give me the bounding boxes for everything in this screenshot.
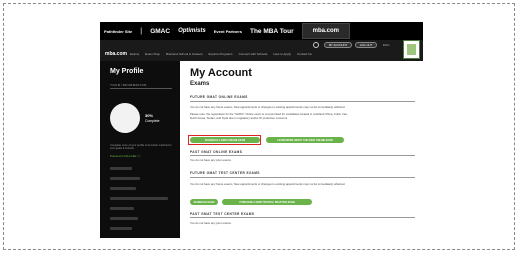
section-divider — [190, 155, 415, 156]
nav-contact-us[interactable]: Contact Us — [297, 52, 312, 56]
log-out-button[interactable]: LOG OUT — [355, 42, 377, 48]
main-nav: mba.com Exams Exam Prep Business School … — [100, 40, 423, 61]
section-text: You do not have any prior exams. — [190, 222, 232, 225]
section-heading: PAST GMAT TEST CENTER EXAMS — [190, 212, 255, 216]
avatar[interactable] — [110, 103, 140, 133]
section-text: North Korea, Sudan, and Syria due to reg… — [190, 117, 288, 120]
section-text: You do not have any future exams. New ap… — [190, 183, 346, 186]
section-heading: FUTURE GMAT ONLINE EXAMS — [190, 95, 248, 99]
search-icon[interactable] — [313, 42, 319, 48]
page-title: My Account — [190, 67, 252, 79]
brand-separator: | — [140, 27, 143, 35]
sidebar-subtitle: YOUR INFORMATION — [110, 83, 147, 87]
profile-completion-percent: 30% — [145, 113, 154, 118]
section-text: You do not have any prior exams. — [190, 159, 232, 162]
nav-how-to-apply[interactable]: How to Apply — [273, 52, 291, 56]
sidebar-divider — [110, 88, 172, 89]
schedule-exam-button[interactable]: SCHEDULE EXAM — [190, 199, 218, 205]
redacted-field — [110, 167, 132, 170]
language-selector[interactable]: ENG — [383, 43, 390, 47]
section-divider — [190, 101, 415, 102]
my-account-button[interactable]: MY ACCOUNT — [324, 42, 352, 48]
brand-event-partners[interactable]: Event Partners — [214, 29, 242, 34]
redacted-field — [110, 187, 136, 190]
redacted-field — [110, 207, 134, 210]
nav-explore-programs[interactable]: Explore Programs — [209, 52, 233, 56]
redacted-field — [110, 217, 138, 220]
brand-gmac[interactable]: GMAC — [150, 28, 170, 35]
learn-more-online-exam-button[interactable]: LEARN MORE ABOUT THE GMAT ONLINE EXAM — [266, 137, 344, 143]
nav-exam-prep[interactable]: Exam Prep — [145, 52, 160, 56]
brand-bar: Pathfinder Site | GMAC Optimists Event P… — [100, 22, 423, 40]
brand-optimists[interactable]: Optimists — [178, 28, 206, 34]
schedule-online-exam-button[interactable]: SCHEDULE A GMAT ONLINE EXAM — [190, 137, 260, 143]
redacted-field — [110, 227, 132, 230]
full-profile-link[interactable]: Proceed to full profile >> — [110, 154, 140, 158]
mba-logo[interactable]: mba.com — [105, 51, 127, 57]
profile-completion-label: Complete — [145, 119, 160, 123]
brand-mba-tour[interactable]: The MBA Tour — [250, 28, 294, 35]
section-heading: PAST GMAT ONLINE EXAMS — [190, 150, 243, 154]
nav-business-school[interactable]: Business School & Careers — [166, 52, 203, 56]
sidebar-title: My Profile — [110, 68, 144, 75]
section-text: You do not have any future exams. New ap… — [190, 106, 346, 109]
brand-mba-com[interactable]: mba.com — [301, 23, 351, 39]
brand-pathfinder[interactable]: Pathfinder Site — [104, 29, 132, 34]
section-divider — [190, 217, 415, 218]
account-main: My Account Exams FUTURE GMAT ONLINE EXAM… — [180, 61, 423, 238]
gmac-logo-icon — [403, 40, 420, 59]
redacted-field — [110, 197, 168, 200]
section-heading: FUTURE GMAT TEST CENTER EXAMS — [190, 171, 260, 175]
redacted-field — [110, 177, 140, 180]
profile-sidebar: My Profile YOUR INFORMATION 30% Complete… — [100, 61, 180, 238]
purchase-practice-exam-button[interactable]: PURCHASE A GMAT OFFICIAL PRACTICE EXAM — [222, 199, 312, 205]
nav-links: Exams Exam Prep Business School & Career… — [130, 52, 318, 56]
page-subtitle: Exams — [190, 81, 210, 87]
nav-exams[interactable]: Exams — [130, 52, 139, 56]
profile-note: Complete more of your profile to be bett… — [110, 144, 172, 151]
section-divider — [190, 177, 415, 178]
nav-connect-schools[interactable]: Connect with Schools — [239, 52, 268, 56]
